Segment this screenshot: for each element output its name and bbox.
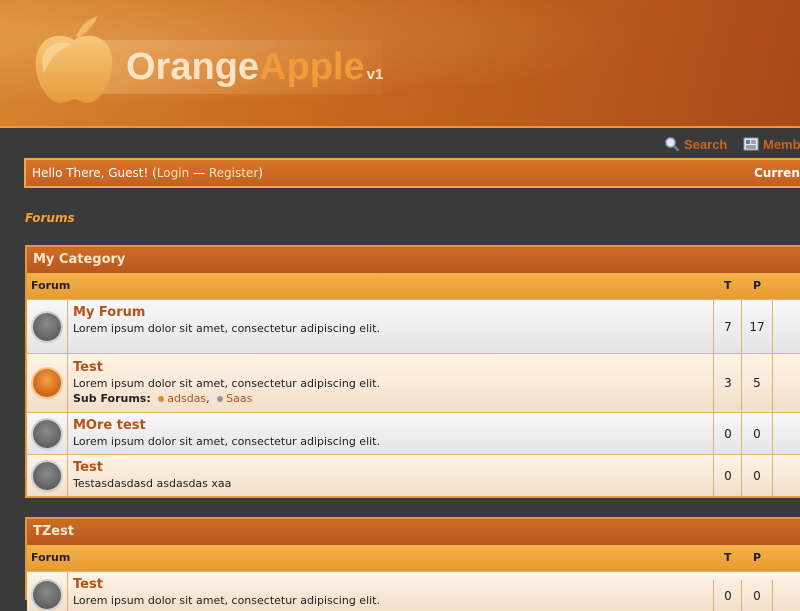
member-list-icon — [743, 137, 759, 151]
forum-post-count: 17 — [741, 300, 773, 353]
column-header: Forum T P — [27, 273, 800, 299]
top-links: Search Member — [664, 136, 800, 154]
category-title-text[interactable]: My Category — [33, 252, 125, 267]
breadcrumb-forums[interactable]: Forums — [25, 211, 75, 225]
logo-word-orange: Orange — [126, 46, 260, 88]
forum-thread-count: 7 — [713, 300, 742, 353]
forum-description: Lorem ipsum dolor sit amet, consectetur … — [73, 594, 380, 607]
forum-thread-count: 0 — [713, 455, 742, 496]
forum-post-count: 0 — [741, 455, 773, 496]
welcome-auth-links: (Login — Register) — [152, 166, 263, 180]
logo-word-apple: Apple — [259, 46, 365, 88]
subforum-new-posts-icon — [158, 396, 165, 402]
apple-logo-icon[interactable] — [32, 14, 116, 106]
col-posts: P — [753, 279, 762, 292]
category-title[interactable]: My Category — [27, 247, 800, 273]
forum-info: My Forum Lorem ipsum dolor sit amet, con… — [73, 304, 703, 336]
members-link-label: Member — [763, 136, 800, 152]
forum-post-count: 0 — [741, 413, 773, 454]
subforum-link[interactable]: adsdas — [167, 392, 206, 405]
forum-description: Lorem ipsum dolor sit amet, consectetur … — [73, 377, 380, 390]
forum-status-cell — [27, 455, 68, 496]
site-logo-text[interactable]: OrangeApple v1 — [126, 42, 383, 100]
col-posts: P — [753, 551, 762, 564]
forum-new-posts-icon — [33, 369, 61, 397]
forum-link[interactable]: Test — [73, 459, 703, 476]
col-threads: T — [724, 279, 732, 292]
auth-separator: — — [193, 166, 206, 180]
site-header: OrangeApple v1 — [0, 0, 800, 128]
col-forum: Forum — [31, 279, 71, 292]
members-link[interactable]: Member — [743, 136, 800, 152]
welcome-greeting: Hello There, Guest! — [32, 166, 149, 180]
forum-description: Lorem ipsum dolor sit amet, consectetur … — [73, 322, 380, 335]
subforum-no-new-posts-icon — [217, 396, 224, 402]
register-link[interactable]: Register — [209, 166, 258, 180]
forum-link[interactable]: MOre test — [73, 417, 703, 434]
login-link[interactable]: Login — [157, 166, 189, 180]
forum-row: Test Lorem ipsum dolor sit amet, consect… — [27, 571, 800, 611]
forum-status-cell — [27, 572, 68, 611]
forum-post-count: 5 — [741, 354, 773, 412]
forum-row: My Forum Lorem ipsum dolor sit amet, con… — [27, 299, 800, 353]
forum-info: Test Lorem ipsum dolor sit amet, consect… — [73, 576, 703, 608]
column-header: Forum T P — [27, 545, 800, 571]
forum-link[interactable]: Test — [73, 576, 703, 593]
welcome-bar: Hello There, Guest! (Login — Register) C… — [24, 158, 800, 188]
current-time-label: Current — [754, 166, 800, 180]
forum-row: MOre test Lorem ipsum dolor sit amet, co… — [27, 412, 800, 454]
forum-description: Testasdasdasd asdasdas xaa — [73, 477, 232, 490]
col-forum: Forum — [31, 551, 71, 564]
magnifier-icon — [665, 137, 680, 152]
subforum-link[interactable]: Saas — [226, 392, 252, 405]
breadcrumb[interactable]: Forums — [25, 211, 75, 225]
subforum-list: Sub Forums: adsdas, Saas — [73, 392, 253, 405]
forum-no-new-posts-icon — [33, 461, 61, 490]
forum-description: Lorem ipsum dolor sit amet, consectetur … — [73, 435, 380, 448]
forum-status-cell — [27, 413, 68, 454]
forum-post-count: 0 — [741, 580, 773, 611]
forum-thread-count: 0 — [713, 413, 742, 454]
forum-status-cell — [27, 300, 68, 353]
forum-info: Test Testasdasdasd asdasdas xaa — [73, 459, 703, 491]
category-my-category: My Category Forum T P My Forum Lorem ips… — [25, 245, 800, 498]
forum-no-new-posts-icon — [33, 581, 61, 610]
forum-no-new-posts-icon — [33, 312, 61, 341]
forum-info: MOre test Lorem ipsum dolor sit amet, co… — [73, 417, 703, 449]
forum-status-cell — [27, 354, 68, 412]
category-title-text[interactable]: TZest — [33, 524, 74, 539]
forum-row: Test Testasdasdasd asdasdas xaa 0 0 — [27, 454, 800, 496]
subforums-label: Sub Forums: — [73, 392, 151, 405]
search-link-label: Search — [684, 136, 728, 152]
forum-row: Test Lorem ipsum dolor sit amet, consect… — [27, 353, 800, 412]
forum-thread-count: 0 — [713, 580, 742, 611]
col-threads: T — [724, 551, 732, 564]
category-title[interactable]: TZest — [27, 519, 800, 545]
forum-no-new-posts-icon — [33, 419, 61, 448]
search-link[interactable]: Search — [664, 136, 727, 152]
forum-link[interactable]: Test — [73, 359, 703, 376]
category-tzest: TZest Forum T P Test Lorem ipsum dolor s… — [25, 517, 800, 611]
forum-info: Test Lorem ipsum dolor sit amet, consect… — [73, 359, 703, 407]
forum-thread-count: 3 — [713, 354, 742, 412]
forum-link[interactable]: My Forum — [73, 304, 703, 321]
logo-version: v1 — [366, 66, 384, 83]
